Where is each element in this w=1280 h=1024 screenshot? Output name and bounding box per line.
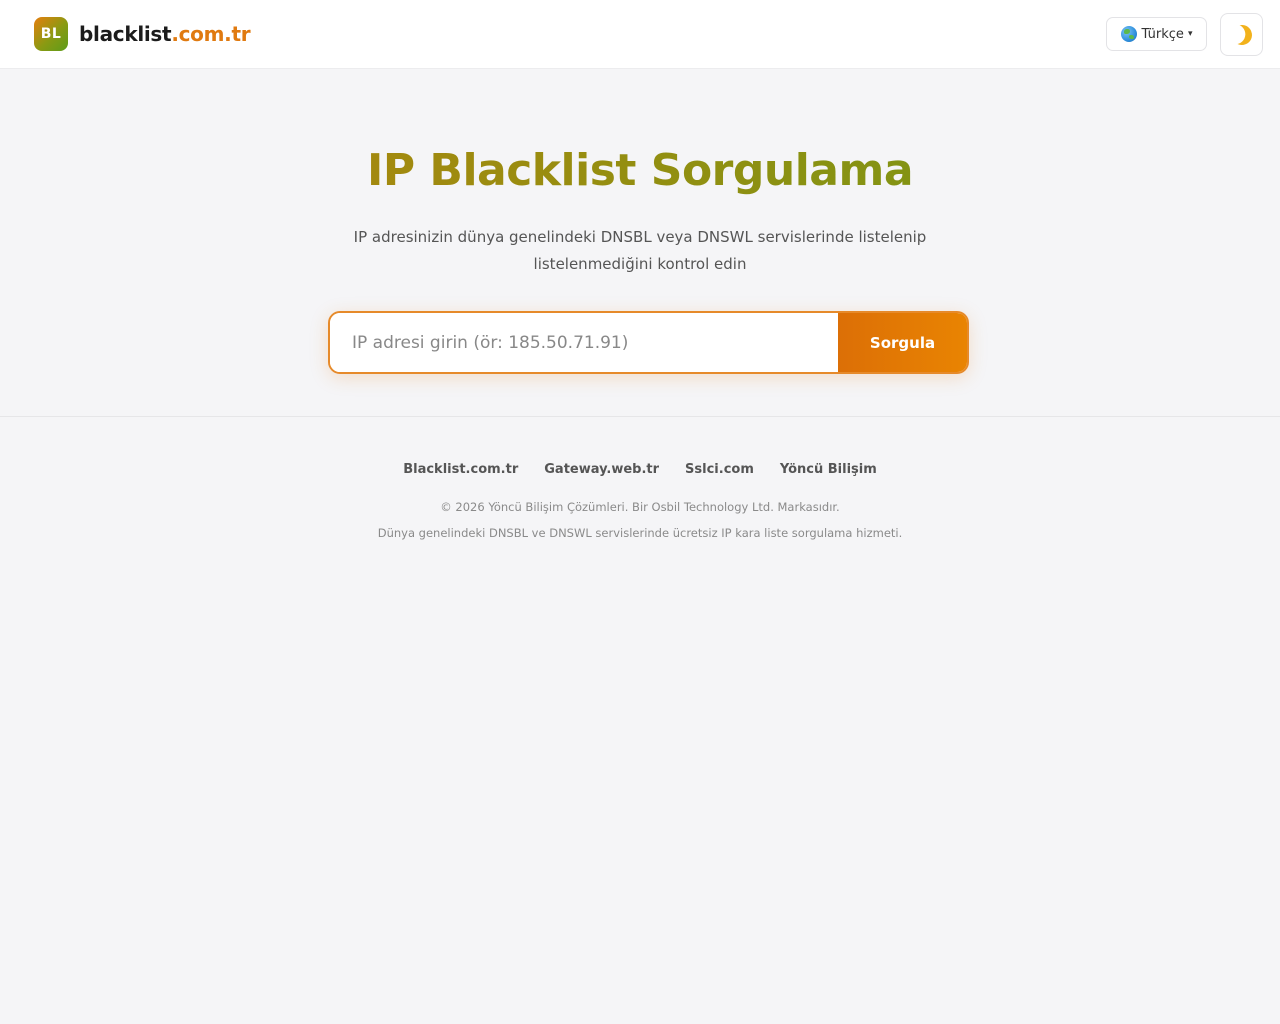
footer-copyright: © 2026 Yöncü Bilişim Çözümleri. Bir Osbi… [440, 500, 840, 514]
ip-search-form: Sorgula [328, 311, 969, 374]
footer-link-gateway[interactable]: Gateway.web.tr [544, 462, 659, 477]
logo-badge: BL [34, 17, 68, 51]
logo-name: blacklist [79, 22, 172, 46]
footer-link-yoncu[interactable]: Yöncü Bilişim [780, 462, 877, 477]
hero-section: IP Blacklist Sorgulama IP adresinizin dü… [0, 69, 1280, 417]
site-logo[interactable]: BL blacklist.com.tr [34, 17, 251, 51]
footer-nav: Blacklist.com.tr Gateway.web.tr Sslci.co… [0, 462, 1280, 477]
site-header: BL blacklist.com.tr Türkçe ▾ [0, 0, 1280, 69]
footer-link-blacklist[interactable]: Blacklist.com.tr [403, 462, 518, 477]
footer-description: Dünya genelindeki DNSBL ve DNSWL servisl… [377, 526, 903, 540]
logo-tld: .com.tr [171, 22, 251, 46]
page-title: IP Blacklist Sorgulama [0, 145, 1280, 196]
chevron-down-icon: ▾ [1187, 29, 1193, 39]
moon-icon [1229, 22, 1255, 48]
footer-link-sslci[interactable]: Sslci.com [685, 462, 754, 477]
ip-search-input[interactable] [330, 313, 838, 372]
globe-icon [1120, 26, 1137, 42]
logo-text: blacklist.com.tr [79, 22, 251, 46]
search-button[interactable]: Sorgula [838, 313, 967, 372]
language-label: Türkçe [1141, 26, 1184, 42]
theme-toggle-button[interactable] [1220, 13, 1263, 56]
language-selector[interactable]: Türkçe ▾ [1106, 17, 1207, 51]
page-subtitle: IP adresinizin dünya genelindeki DNSBL v… [353, 228, 927, 273]
